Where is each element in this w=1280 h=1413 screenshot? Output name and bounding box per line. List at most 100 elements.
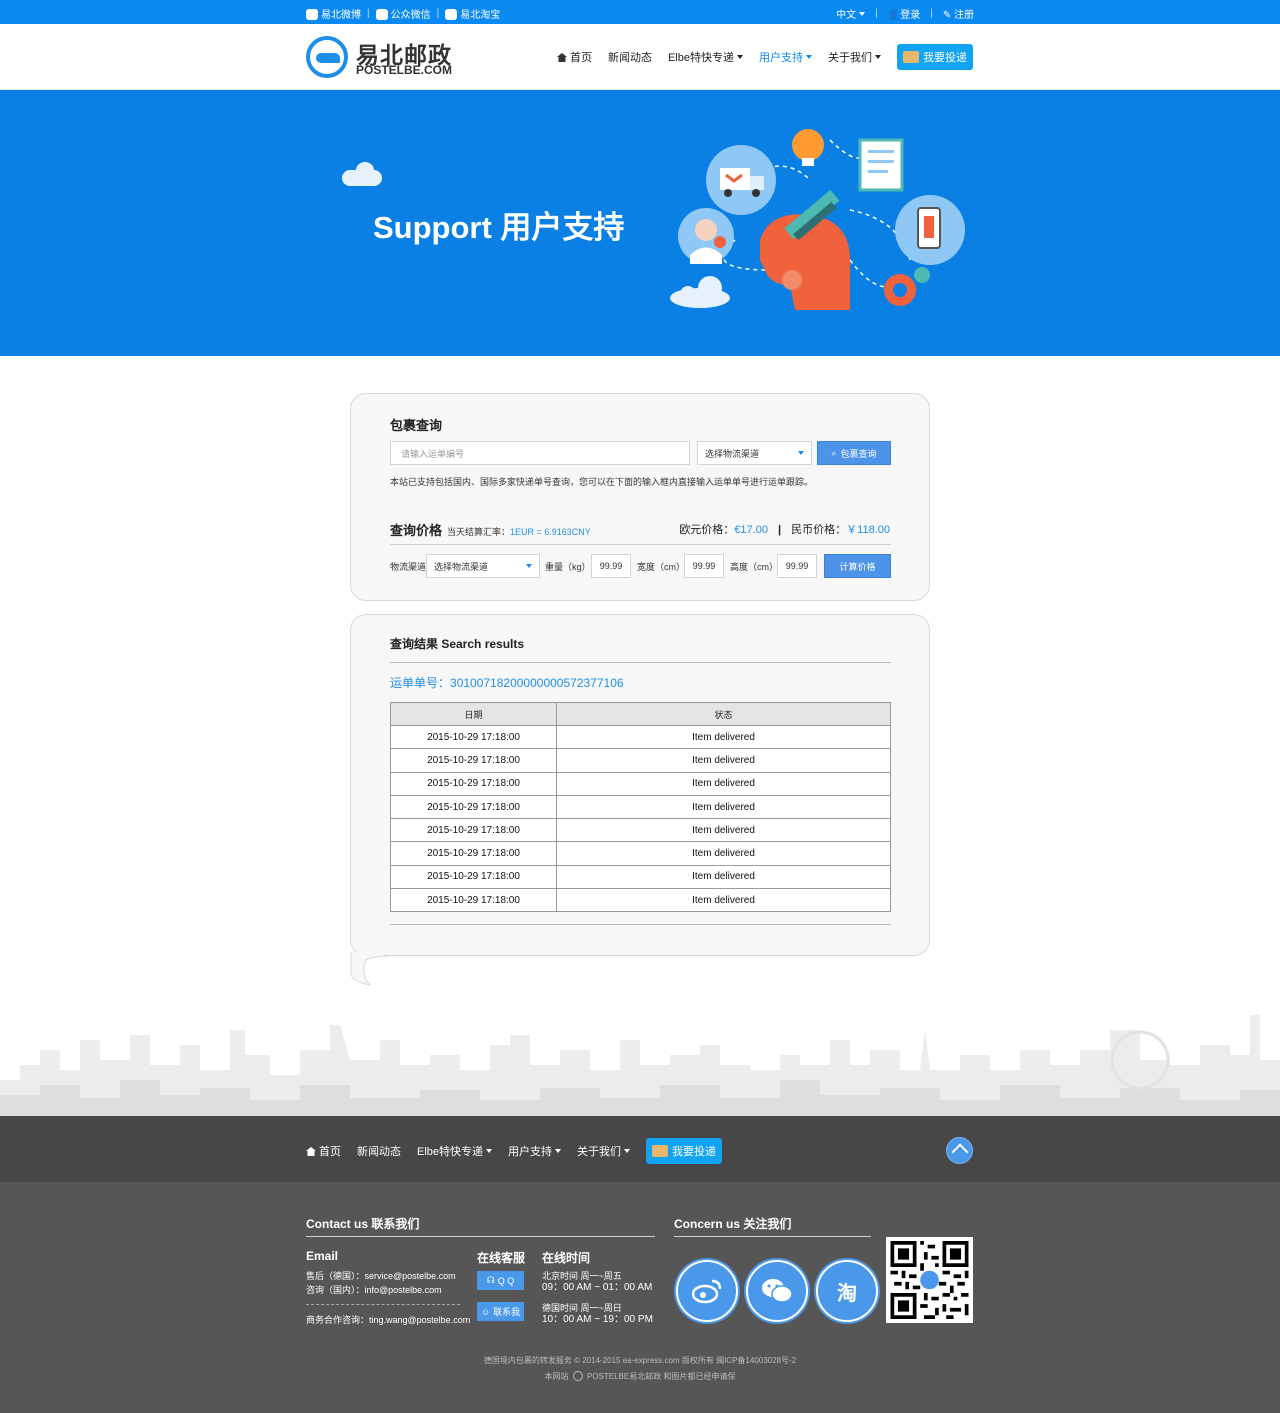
taobao-button[interactable]: 淘 — [816, 1260, 878, 1322]
chevron-down-icon — [555, 1149, 562, 1153]
footer-nav-express[interactable]: Elbe特快专递 — [417, 1143, 493, 1159]
chevron-down-icon — [486, 1149, 493, 1153]
wechat-qr-code — [886, 1237, 973, 1323]
footer-nav-home[interactable]: 首页 — [306, 1143, 341, 1159]
date-cell: 2015-10-29 17:18:00 — [390, 888, 557, 913]
language-select[interactable]: 中文 — [836, 6, 866, 21]
chevron-down-icon — [624, 1149, 631, 1153]
weight-input[interactable]: 99.99 — [591, 554, 631, 578]
copyright-text: 德国境内包裹的转发服务 © 2014-2015 ea-express.com 版… — [483, 1356, 797, 1365]
chevron-down-icon — [806, 55, 812, 59]
weibo-icon — [692, 1279, 722, 1304]
weibo-link[interactable]: 易北微博 — [306, 6, 361, 21]
height-input[interactable]: 99.99 — [777, 554, 817, 578]
edit-icon: ✎ — [942, 10, 952, 21]
back-to-top-button[interactable] — [946, 1137, 973, 1164]
nav-about[interactable]: 关于我们 — [828, 49, 881, 65]
support-illustration — [670, 129, 965, 310]
consult-email: 咨询（国内）：info@postelbe.com — [306, 1285, 442, 1295]
channel-select[interactable]: 选择物流渠道 — [697, 441, 812, 465]
user-icon: ☺ — [480, 1306, 491, 1317]
parcel-icon — [903, 51, 919, 63]
calculate-price-button[interactable]: 计算价格 — [824, 554, 891, 578]
search-results-card: 查询结果 Search results 运单单号：301007182000000… — [350, 614, 930, 956]
email-title: Email — [306, 1249, 339, 1263]
wechat-button[interactable] — [746, 1260, 808, 1322]
divider — [306, 1304, 460, 1305]
speech-tail — [350, 952, 390, 986]
footer-deliver-button[interactable]: 我要投递 — [646, 1138, 723, 1164]
user-icon: 👤 — [887, 10, 901, 21]
top-bar: 易北微博 | 公众微信 | 易北淘宝 中文 | 👤登录 | ✎ 注册 — [0, 0, 1280, 24]
table-row: 2015-10-29 17:18:00 Item delivered — [390, 818, 891, 843]
qq-button[interactable]: ☊ Q Q — [477, 1271, 524, 1290]
brand-logo-small — [572, 1371, 583, 1381]
query-note: 本站已支持包括国内、国际多家快递单号查询，您可以在下面的输入框内直接输入运单单号… — [390, 477, 814, 487]
parcel-query-card: 包裹查询 请输入运单编号 选择物流渠道 ⌕ 包裹查询 本站已支持包括国内、国际多家… — [350, 393, 930, 601]
column-header-status: 状态 — [556, 702, 891, 726]
taobao-icon: 淘 — [837, 1282, 857, 1305]
chevron-down-icon — [737, 55, 743, 59]
divider: | — [875, 8, 878, 19]
status-cell: Item delivered — [556, 888, 891, 913]
logo[interactable]: 易北邮政 POSTELBE.COM — [306, 36, 456, 80]
tracking-number: 运单单号：30100718200000000572377106 — [390, 676, 624, 690]
chevron-down-icon — [859, 12, 866, 16]
table-row: 2015-10-29 17:18:00 Item delivered — [390, 748, 891, 773]
status-cell: Item delivered — [556, 724, 891, 750]
footer: Contact us 联系我们 Email 售后（德国）：service@pos… — [0, 1182, 1280, 1413]
price-title: 查询价格 — [390, 523, 443, 538]
aftersale-email: 售后（德国）：service@postelbe.com — [306, 1271, 456, 1281]
online-service-title: 在线客服 — [477, 1251, 526, 1265]
search-icon: ⌕ — [831, 447, 837, 458]
divider — [674, 1236, 871, 1237]
table-row: 2015-10-29 17:18:00 Item delivered — [390, 794, 891, 820]
exchange-rate: 当天结算汇率：1EUR = 6.9163CNY — [447, 527, 591, 537]
hero-banner: Support 用户支持 — [0, 90, 1280, 356]
beijing-time: 09：00 AM ~ 01：00 AM — [542, 1282, 653, 1293]
width-label: 宽度（cm） — [637, 562, 685, 572]
tracking-table: 日期 状态 2015-10-29 17:18:00 Item delivered 2… — [390, 702, 891, 913]
divider — [390, 924, 891, 925]
date-cell: 2015-10-29 17:18:00 — [390, 748, 557, 773]
parcel-search-button[interactable]: ⌕ 包裹查询 — [817, 441, 891, 465]
register-link[interactable]: ✎ 注册 — [943, 6, 974, 21]
weibo-button[interactable] — [676, 1260, 738, 1322]
footer-nav-support[interactable]: 用户支持 — [508, 1143, 562, 1159]
city-skyline — [0, 1015, 1280, 1116]
nav-home[interactable]: 首页 — [556, 49, 592, 65]
table-row: 2015-10-29 17:18:00 Item delivered — [390, 724, 891, 750]
taobao-link[interactable]: 易北淘宝 — [445, 6, 500, 21]
deliver-button[interactable]: 我要投递 — [897, 44, 973, 70]
price-channel-select[interactable]: 选择物流渠道 — [426, 554, 540, 578]
chevron-down-icon — [875, 55, 881, 59]
footer-nav-about[interactable]: 关于我们 — [577, 1143, 631, 1159]
status-cell: Item delivered — [556, 818, 891, 843]
wechat-link[interactable]: 公众微信 — [375, 6, 431, 21]
nav-support[interactable]: 用户支持 — [759, 49, 812, 65]
qr-code-image — [890, 1241, 969, 1319]
nav-news[interactable]: 新闻动态 — [608, 49, 652, 65]
date-cell: 2015-10-29 17:18:00 — [390, 864, 557, 890]
header: 易北邮政 POSTELBE.COM 首页 新闻动态 Elbe特快专递 用户支持 … — [0, 24, 1280, 90]
germany-time: 10：00 AM ~ 19：00 PM — [542, 1314, 653, 1325]
concern-title: Concern us 关注我们 — [674, 1217, 792, 1231]
table-row: 2015-10-29 17:18:00 Item delivered — [390, 771, 891, 796]
contact-me-button[interactable]: ☺ 联系我 — [477, 1302, 524, 1321]
tracking-number-input[interactable]: 请输入运单编号 — [390, 441, 690, 465]
table-row: 2015-10-29 17:18:00 Item delivered — [390, 864, 891, 890]
table-row: 2015-10-29 17:18:00 Item delivered — [390, 841, 891, 866]
nav-express[interactable]: Elbe特快专递 — [668, 49, 743, 65]
date-cell: 2015-10-29 17:18:00 — [390, 771, 557, 796]
width-input[interactable]: 99.99 — [684, 554, 724, 578]
chevron-down-icon — [798, 451, 804, 455]
login-link[interactable]: 👤登录 — [888, 6, 920, 21]
divider — [390, 544, 891, 545]
trademark-notice: 本网站 POSTELBE易北邮政 和图片都已经申请保 — [544, 1371, 736, 1381]
footer-nav-news[interactable]: 新闻动态 — [357, 1143, 401, 1159]
divider — [390, 662, 891, 663]
page-title: Support 用户支持 — [373, 210, 625, 245]
status-cell: Item delivered — [556, 748, 891, 773]
divider: | — [930, 8, 933, 19]
home-icon — [306, 1147, 316, 1156]
